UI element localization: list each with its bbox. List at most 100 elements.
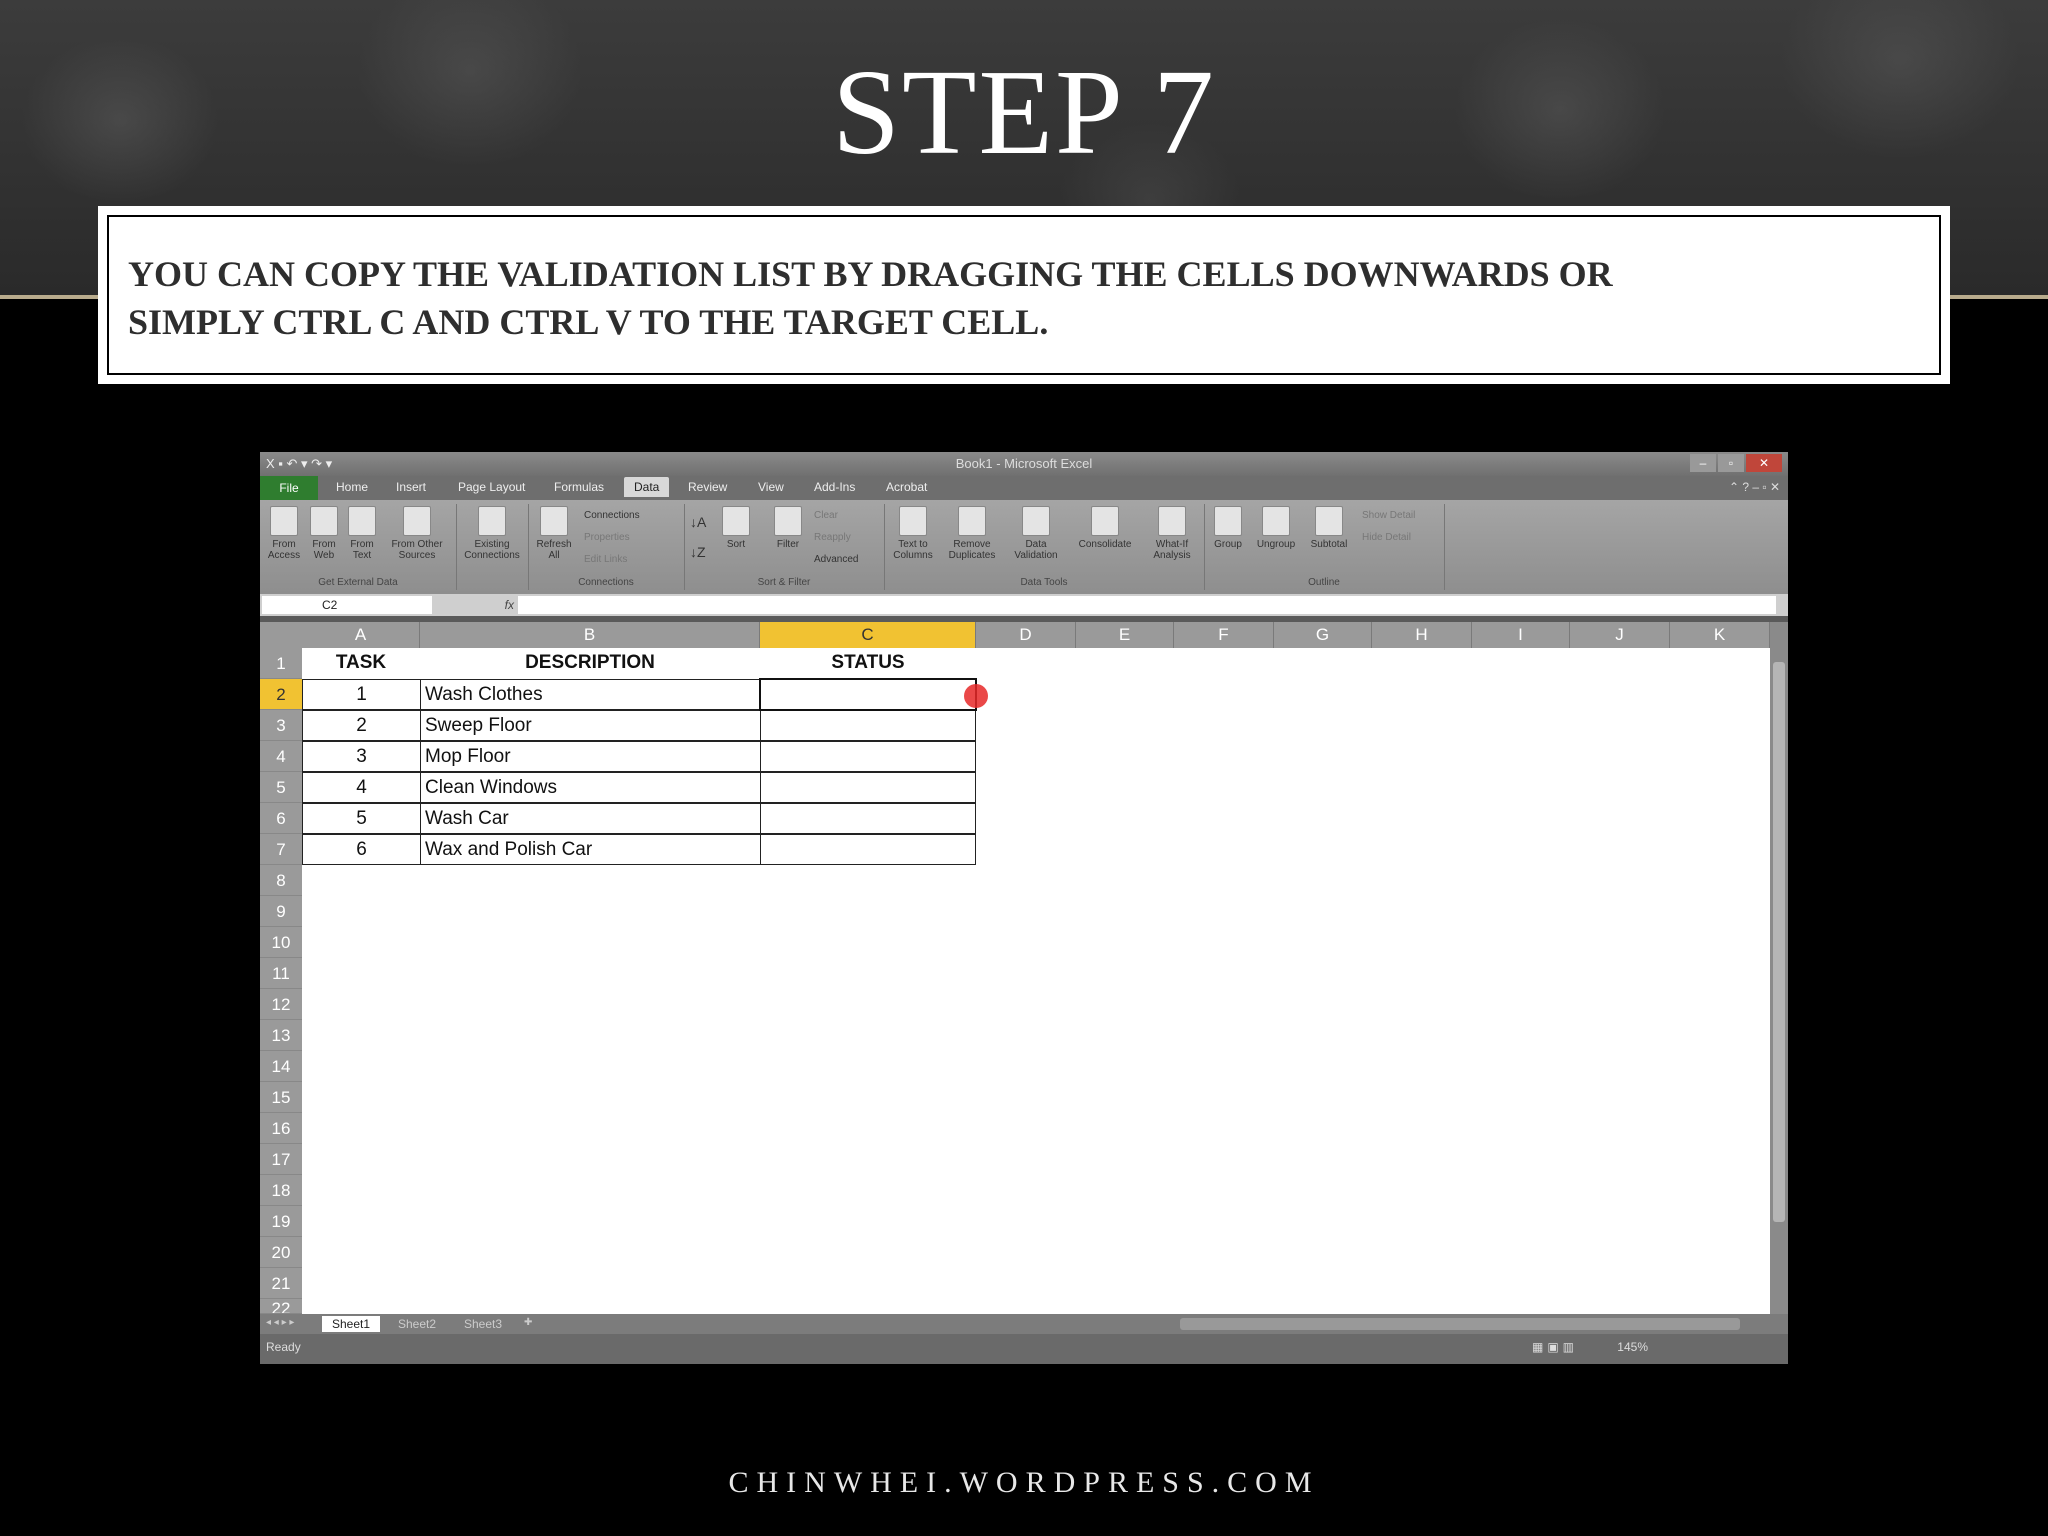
table-cell-description[interactable]: Wash Car bbox=[420, 803, 761, 834]
cell-a1[interactable]: TASK bbox=[302, 648, 420, 679]
tab-data[interactable]: Data bbox=[624, 477, 670, 497]
row-header-11[interactable]: 11 bbox=[260, 958, 302, 989]
sort-za-icon[interactable]: ↓Z bbox=[690, 544, 706, 560]
connections-button[interactable]: Connections bbox=[584, 510, 640, 521]
row-header-10[interactable]: 10 bbox=[260, 927, 302, 958]
ungroup-button[interactable]: Ungroup bbox=[1250, 506, 1302, 550]
from-access-button[interactable]: From Access bbox=[264, 506, 304, 561]
row-header-4[interactable]: 4 bbox=[260, 741, 302, 772]
tab-file[interactable]: File bbox=[260, 476, 318, 500]
row-header-22[interactable]: 22 bbox=[260, 1299, 302, 1314]
function-icon[interactable]: fx bbox=[436, 596, 514, 614]
from-text-button[interactable]: From Text bbox=[344, 506, 380, 561]
from-other-sources-button[interactable]: From Other Sources bbox=[382, 506, 452, 561]
column-header-j[interactable]: J bbox=[1570, 622, 1670, 648]
row-header-17[interactable]: 17 bbox=[260, 1144, 302, 1175]
column-header-f[interactable]: F bbox=[1174, 622, 1274, 648]
formula-input[interactable] bbox=[518, 596, 1776, 614]
insert-sheet-icon[interactable]: ✚ bbox=[524, 1317, 532, 1328]
reapply-button[interactable]: Reapply bbox=[814, 532, 851, 543]
column-header-h[interactable]: H bbox=[1372, 622, 1472, 648]
table-cell-description[interactable]: Wash Clothes bbox=[420, 679, 761, 710]
column-header-c[interactable]: C bbox=[760, 622, 976, 648]
select-all-corner[interactable] bbox=[260, 622, 302, 648]
group-button[interactable]: Group bbox=[1208, 506, 1248, 550]
data-validation-button[interactable]: Data Validation bbox=[1006, 506, 1066, 561]
table-cell-description[interactable]: Clean Windows bbox=[420, 772, 761, 803]
row-header-6[interactable]: 6 bbox=[260, 803, 302, 834]
row-header-3[interactable]: 3 bbox=[260, 710, 302, 741]
cell-c1[interactable]: STATUS bbox=[760, 648, 976, 679]
row-header-9[interactable]: 9 bbox=[260, 896, 302, 927]
tab-add-ins[interactable]: Add-Ins bbox=[814, 480, 855, 494]
consolidate-button[interactable]: Consolidate bbox=[1070, 506, 1140, 550]
table-cell-task[interactable]: 5 bbox=[302, 803, 421, 834]
vertical-scrollbar[interactable] bbox=[1770, 622, 1788, 1314]
column-header-a[interactable]: A bbox=[302, 622, 420, 648]
row-header-14[interactable]: 14 bbox=[260, 1051, 302, 1082]
table-cell-status[interactable] bbox=[760, 834, 976, 865]
text-to-columns-button[interactable]: Text to Columns bbox=[888, 506, 938, 561]
table-cell-task[interactable]: 2 bbox=[302, 710, 421, 741]
table-cell-task[interactable]: 6 bbox=[302, 834, 421, 865]
remove-duplicates-button[interactable]: Remove Duplicates bbox=[942, 506, 1002, 561]
column-header-g[interactable]: G bbox=[1274, 622, 1372, 648]
row-header-20[interactable]: 20 bbox=[260, 1237, 302, 1268]
column-header-e[interactable]: E bbox=[1076, 622, 1174, 648]
column-header-i[interactable]: I bbox=[1472, 622, 1570, 648]
column-header-d[interactable]: D bbox=[976, 622, 1076, 648]
sort-az-icon[interactable]: ↓A bbox=[690, 514, 706, 530]
name-box[interactable]: C2 bbox=[262, 596, 432, 614]
row-header-16[interactable]: 16 bbox=[260, 1113, 302, 1144]
table-cell-description[interactable]: Mop Floor bbox=[420, 741, 761, 772]
zoom-level[interactable]: 145% bbox=[1617, 1340, 1648, 1354]
column-header-k[interactable]: K bbox=[1670, 622, 1770, 648]
from-web-button[interactable]: From Web bbox=[306, 506, 342, 561]
table-cell-description[interactable]: Wax and Polish Car bbox=[420, 834, 761, 865]
help-icon[interactable]: ⌃ ? – ▫ ✕ bbox=[1729, 480, 1780, 494]
filter-button[interactable]: Filter bbox=[770, 506, 806, 550]
row-header-2[interactable]: 2 bbox=[260, 679, 302, 710]
row-header-5[interactable]: 5 bbox=[260, 772, 302, 803]
close-icon[interactable]: ✕ bbox=[1746, 454, 1782, 472]
table-cell-status[interactable] bbox=[760, 772, 976, 803]
tab-acrobat[interactable]: Acrobat bbox=[886, 480, 927, 494]
tab-insert[interactable]: Insert bbox=[396, 480, 426, 494]
advanced-button[interactable]: Advanced bbox=[814, 554, 858, 565]
scroll-thumb[interactable] bbox=[1773, 662, 1785, 1222]
restore-icon[interactable]: ▫ bbox=[1718, 454, 1744, 472]
sheet-tab-3[interactable]: Sheet3 bbox=[454, 1316, 512, 1332]
row-header-18[interactable]: 18 bbox=[260, 1175, 302, 1206]
horizontal-scrollbar[interactable] bbox=[1180, 1318, 1740, 1330]
tab-formulas[interactable]: Formulas bbox=[554, 480, 604, 494]
row-header-21[interactable]: 21 bbox=[260, 1268, 302, 1299]
sort-button[interactable]: Sort bbox=[718, 506, 754, 550]
tab-home[interactable]: Home bbox=[336, 480, 368, 494]
refresh-all-button[interactable]: Refresh All bbox=[532, 506, 576, 561]
table-cell-status[interactable] bbox=[760, 741, 976, 772]
sheet-tab-2[interactable]: Sheet2 bbox=[388, 1316, 446, 1332]
what-if-analysis-button[interactable]: What-If Analysis bbox=[1144, 506, 1200, 561]
row-header-15[interactable]: 15 bbox=[260, 1082, 302, 1113]
table-cell-status[interactable] bbox=[760, 710, 976, 741]
table-cell-task[interactable]: 4 bbox=[302, 772, 421, 803]
show-detail-button[interactable]: Show Detail bbox=[1362, 510, 1415, 521]
row-header-13[interactable]: 13 bbox=[260, 1020, 302, 1051]
hide-detail-button[interactable]: Hide Detail bbox=[1362, 532, 1411, 543]
active-cell-c2[interactable] bbox=[759, 678, 977, 711]
worksheet-grid[interactable]: A B C D E F G H I J K 1 2 3 4 5 6 7 8 9 … bbox=[260, 622, 1770, 1314]
properties-button[interactable]: Properties bbox=[584, 532, 630, 543]
table-cell-task[interactable]: 1 bbox=[302, 679, 421, 710]
row-header-19[interactable]: 19 bbox=[260, 1206, 302, 1237]
row-header-8[interactable]: 8 bbox=[260, 865, 302, 896]
cell-b1[interactable]: DESCRIPTION bbox=[420, 648, 760, 679]
column-header-b[interactable]: B bbox=[420, 622, 760, 648]
subtotal-button[interactable]: Subtotal bbox=[1304, 506, 1354, 550]
sheet-nav-icon[interactable]: ◂ ◂ ▸ ▸ bbox=[266, 1317, 294, 1328]
tab-page-layout[interactable]: Page Layout bbox=[458, 480, 525, 494]
view-buttons-icon[interactable]: ▦▣▥ bbox=[1532, 1340, 1578, 1354]
row-header-1[interactable]: 1 bbox=[260, 648, 302, 679]
row-header-12[interactable]: 12 bbox=[260, 989, 302, 1020]
table-cell-status[interactable] bbox=[760, 803, 976, 834]
existing-connections-button[interactable]: Existing Connections bbox=[460, 506, 524, 561]
